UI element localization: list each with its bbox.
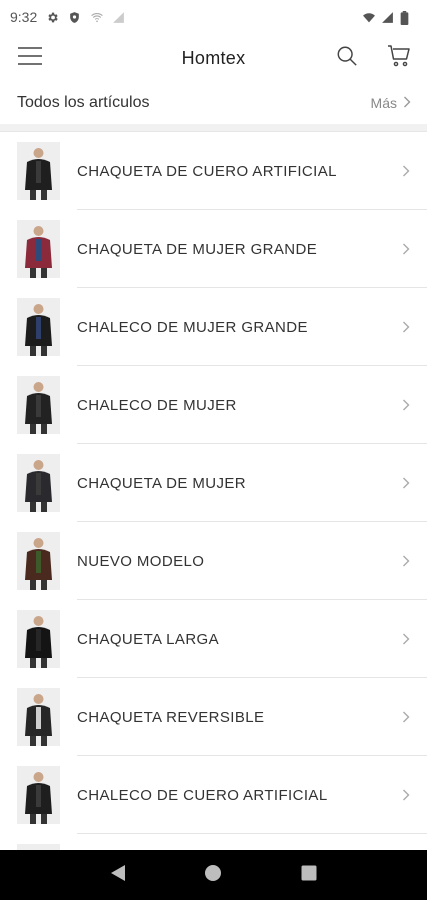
search-button[interactable] (333, 44, 361, 72)
product-thumbnail (17, 220, 60, 278)
list-item[interactable]: NUEVO MODELO (0, 522, 427, 600)
category-list: CHAQUETA DE CUERO ARTIFICIAL CHAQUETA DE … (0, 132, 427, 850)
chevron-right-icon (393, 789, 419, 801)
list-item[interactable]: CHALECO DE MUJER GRANDE (0, 288, 427, 366)
chevron-right-icon (393, 321, 419, 333)
back-icon (110, 864, 126, 887)
list-item-label: CHAQUETA LARGA (77, 630, 220, 648)
list-item[interactable]: CHALECO DE MUJER (0, 366, 427, 444)
shield-icon (68, 11, 81, 24)
wifi-icon (362, 11, 375, 24)
list-item-label: CHAQUETA REVERSIBLE (77, 708, 265, 726)
product-thumbnail (17, 688, 60, 746)
menu-icon (18, 46, 42, 70)
list-item-label: CHAQUETA DE CUERO ARTIFICIAL (77, 162, 337, 180)
list-item[interactable]: CHAQUETA DE MUJER (0, 444, 427, 522)
list-item[interactable]: CHAQUETA DE MUJER GRANDE (0, 210, 427, 288)
more-label: Más (370, 95, 397, 111)
list-item-label: CHALECO DE CUERO ARTIFICIAL (77, 786, 328, 804)
gear-icon (46, 11, 59, 24)
product-thumbnail (17, 376, 60, 434)
list-item-label: CHALECO DE MUJER (77, 396, 237, 414)
section-divider (0, 124, 427, 132)
section-header: Todos los artículos Más (0, 82, 427, 124)
list-item[interactable]: CHAQUETA REVERSIBLE (0, 678, 427, 756)
status-time: 9:32 (10, 9, 38, 25)
chevron-right-icon (393, 399, 419, 411)
signal-off-icon (112, 11, 125, 24)
list-item[interactable]: CHAQUETA LARGA (0, 600, 427, 678)
menu-button[interactable] (16, 44, 44, 72)
product-thumbnail (17, 766, 60, 824)
wifi-off-icon (90, 11, 104, 24)
cart-button[interactable] (385, 44, 413, 72)
chevron-right-icon (393, 243, 419, 255)
recents-icon (301, 865, 317, 886)
list-item-label: CHAQUETA DE MUJER GRANDE (77, 240, 318, 258)
product-thumbnail (17, 142, 60, 200)
product-thumbnail (17, 298, 60, 356)
list-item-label: CHALECO DE MUJER GRANDE (77, 318, 308, 336)
section-title: Todos los artículos (17, 94, 150, 111)
list-item[interactable]: CHALECO DE CUERO ARTIFICIAL (0, 756, 427, 834)
status-bar: 9:32 (0, 0, 427, 34)
back-button[interactable] (103, 860, 133, 890)
navigation-bar (0, 850, 427, 900)
signal-icon (381, 11, 394, 24)
list-item[interactable]: CHAQUETA DE CUERO ARTIFICIAL (0, 132, 427, 210)
chevron-right-icon (393, 633, 419, 645)
home-icon (204, 864, 222, 887)
more-link[interactable]: Más (371, 95, 411, 111)
battery-icon (400, 10, 413, 25)
cart-icon (387, 44, 411, 73)
search-icon (336, 45, 358, 72)
chevron-right-icon (403, 95, 411, 111)
chevron-right-icon (393, 711, 419, 723)
product-thumbnail (17, 532, 60, 590)
product-thumbnail (17, 454, 60, 512)
chevron-right-icon (393, 555, 419, 567)
recents-button[interactable] (294, 860, 324, 890)
app-bar: Homtex (0, 34, 427, 82)
list-item-label: NUEVO MODELO (77, 552, 205, 570)
product-thumbnail (17, 610, 60, 668)
chevron-right-icon (393, 477, 419, 489)
chevron-right-icon (393, 165, 419, 177)
list-item[interactable] (0, 834, 427, 850)
home-button[interactable] (198, 860, 228, 890)
list-item-label: CHAQUETA DE MUJER (77, 474, 247, 492)
